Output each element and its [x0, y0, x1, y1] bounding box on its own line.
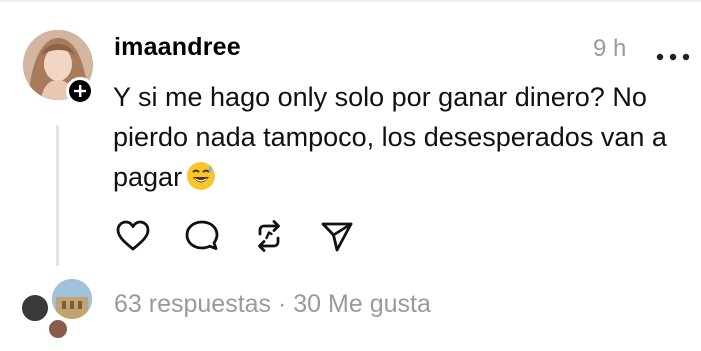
likes-count[interactable]: 30 Me gusta: [293, 290, 431, 318]
heart-icon[interactable]: [115, 218, 151, 254]
avatar: [20, 293, 50, 323]
avatar: [47, 318, 69, 340]
more-horizontal-icon[interactable]: [656, 48, 690, 61]
send-icon[interactable]: [319, 218, 355, 254]
post-time: 9 h: [593, 35, 627, 62]
top-divider: [0, 0, 701, 2]
post-stats: 63 respuestas · 30 Me gusta: [114, 290, 431, 319]
grinning-sweat-emoji: [186, 161, 216, 191]
replier-avatars[interactable]: [20, 277, 95, 340]
username[interactable]: imaandree: [114, 33, 241, 62]
stats-separator: ·: [278, 290, 287, 318]
post-body: Y si me hago only solo por ganar dinero?…: [113, 77, 693, 197]
comment-bubble-icon[interactable]: [184, 218, 220, 254]
avatar: [50, 277, 94, 321]
repost-icon[interactable]: [251, 218, 287, 254]
follow-plus-icon[interactable]: [66, 77, 94, 105]
replies-count[interactable]: 63 respuestas: [114, 290, 271, 318]
thread-line: [56, 125, 59, 266]
